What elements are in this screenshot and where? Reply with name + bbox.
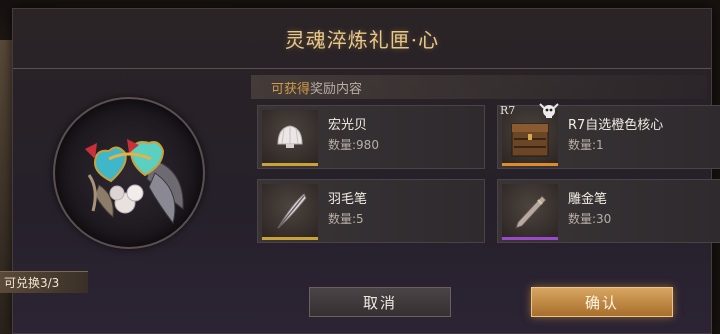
reward-quantity: 数量:5 [328, 212, 364, 226]
cancel-button[interactable]: 取消 [309, 287, 451, 317]
reward-slot [262, 110, 318, 166]
reward-card-core[interactable]: R7 R7自选橙色核心 数量:1 [497, 103, 720, 169]
reward-quantity: 数量:1 [568, 138, 604, 152]
reward-card-feather[interactable]: 羽毛笔 数量:5 [257, 179, 485, 243]
reward-slot [262, 184, 318, 240]
exchange-count-badge: 可兑换3/3 [0, 271, 88, 293]
reward-card-shell[interactable]: 宏光贝 数量:980 [257, 105, 485, 169]
confirm-button[interactable]: 确认 [531, 287, 673, 317]
reward-name: 雕金笔 [568, 192, 608, 207]
reward-quantity: 数量:980 [328, 138, 379, 152]
exchange-count: 可兑换3/3 [4, 276, 60, 290]
rewards-header-label: 奖励内容 [310, 81, 363, 97]
rarity-bar [502, 237, 558, 240]
rarity-bar [262, 163, 318, 166]
rewards-header-highlight: 可获得 [271, 81, 311, 97]
gift-box-medallion [53, 97, 205, 249]
title-bar: 灵魂淬炼礼匣·心 [13, 9, 711, 69]
reward-name: 宏光贝 [328, 118, 368, 133]
rarity-bar [502, 163, 558, 166]
skull-icon [539, 103, 559, 118]
confirm-button-label: 确认 [584, 293, 619, 312]
dialog-title: 灵魂淬炼礼匣·心 [284, 28, 440, 52]
reward-dialog: 灵魂淬炼礼匣·心 可获得 奖励内容 宏光贝 数量:980 R7 R7自选橙色核心… [12, 8, 720, 334]
rank-label: R7 [500, 104, 516, 117]
reward-name: R7自选橙色核心 [568, 118, 664, 133]
feather-quill-icon [277, 193, 307, 229]
shell-icon [277, 125, 303, 148]
reward-name: 羽毛笔 [328, 192, 368, 207]
carving-pen-icon [515, 195, 547, 229]
reward-quantity: 数量:30 [568, 212, 612, 226]
gift-box-icon [85, 139, 184, 225]
reward-slot [502, 184, 558, 240]
rewards-header: 可获得 奖励内容 [251, 75, 707, 99]
rarity-bar [262, 237, 318, 240]
cancel-button-label: 取消 [362, 293, 397, 312]
reward-card-carving-pen[interactable]: 雕金笔 数量:30 [497, 179, 720, 243]
